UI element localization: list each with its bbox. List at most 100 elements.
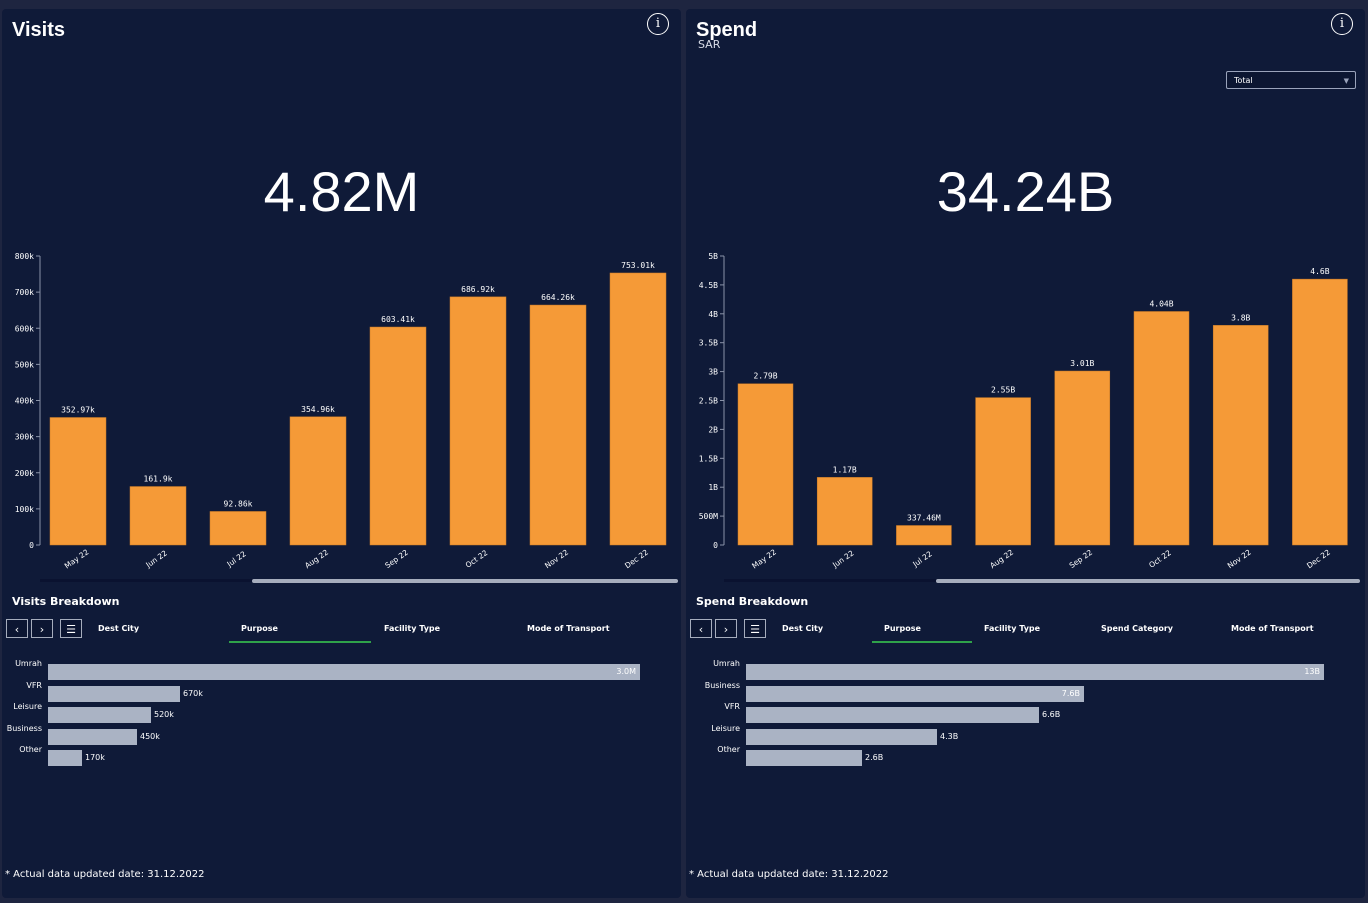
x-tick-label: Aug 22 [303, 548, 330, 571]
tab-purpose[interactable]: Purpose [884, 624, 921, 633]
breakdown-category-label: Umrah [15, 659, 42, 668]
y-tick-label: 700k [15, 288, 34, 297]
breakdown-bar[interactable] [746, 750, 862, 766]
active-tab-indicator [872, 641, 972, 643]
bar-data-label: 753.01k [621, 261, 655, 270]
visits-title: Visits [12, 19, 65, 41]
list-icon[interactable]: ☰ [60, 619, 82, 638]
breakdown-bar[interactable] [48, 728, 137, 745]
info-icon[interactable]: i [647, 13, 669, 35]
breakdown-category-label: VFR [26, 680, 42, 690]
active-tab-indicator [229, 641, 371, 643]
x-tick-label: Jul 22 [910, 549, 933, 569]
bar-data-label: 4.6B [1310, 267, 1329, 276]
list-icon[interactable]: ☰ [744, 619, 766, 638]
x-tick-label: Jun 22 [830, 548, 856, 570]
breakdown-category-label: Other [717, 745, 740, 754]
y-tick-label: 1B [708, 483, 718, 492]
y-tick-label: 3B [708, 368, 718, 377]
y-tick-label: 300k [15, 433, 34, 442]
breakdown-category-label: VFR [724, 702, 740, 711]
x-tick-label: Jul 22 [225, 549, 248, 569]
bar-data-label: 1.17B [833, 465, 857, 474]
bar [1054, 370, 1111, 546]
visits-kpi: 4.82M [263, 160, 420, 223]
bar [449, 296, 507, 546]
chevron-left-icon[interactable]: ‹ [6, 619, 28, 638]
spend-footnote: * Actual data updated date: 31.12.2022 [689, 869, 889, 880]
visits-bar-chart: 0 100k 200k 300k 400k 500k 600k 700k 800k 352.97k… [15, 252, 667, 571]
tab-mode-of-transport[interactable]: Mode of Transport [527, 624, 610, 633]
breakdown-category-label: Umrah [713, 659, 740, 668]
breakdown-bar[interactable] [746, 664, 1324, 680]
breakdown-value-label: 7.6B [1061, 688, 1080, 698]
breakdown-bar[interactable] [746, 707, 1039, 723]
bar-data-label: 2.55B [991, 386, 1015, 395]
bar [816, 477, 873, 546]
chart-scrollbar-thumb[interactable] [936, 579, 1360, 583]
y-tick-label: 5B [708, 252, 718, 261]
breakdown-value-label: 13B [1304, 667, 1320, 676]
x-tick-label: Oct 22 [464, 548, 490, 570]
bar [896, 525, 952, 546]
x-tick-label: Nov 22 [543, 548, 570, 571]
spend-panel: Spend SAR i Total ▼ 34.24B 0 500M 1B 1.5B 2B… [686, 9, 1365, 898]
breakdown-bar[interactable] [48, 750, 82, 766]
bar [975, 397, 1031, 546]
chevron-right-icon[interactable]: › [715, 619, 737, 638]
spend-currency: SAR [698, 38, 721, 51]
breakdown-bar[interactable] [48, 664, 640, 680]
y-tick-label: 600k [15, 324, 34, 333]
breakdown-category-label: Leisure [13, 702, 42, 711]
bar-data-label: 92.86k [224, 499, 253, 508]
breakdown-bar[interactable] [746, 685, 1084, 702]
info-icon[interactable]: i [1331, 13, 1353, 35]
tab-facility-type[interactable]: Facility Type [984, 624, 1040, 633]
y-tick-label: 500k [15, 360, 34, 369]
y-tick-label: 0 [29, 541, 34, 550]
tab-facility-type[interactable]: Facility Type [384, 624, 440, 633]
bar [1292, 278, 1348, 546]
y-tick-label: 2B [708, 425, 718, 434]
tab-dest-city[interactable]: Dest City [98, 624, 139, 633]
x-tick-label: May 22 [63, 547, 91, 570]
spend-type-select[interactable]: Total ▼ [1226, 71, 1356, 89]
tab-mode-of-transport[interactable]: Mode of Transport [1231, 624, 1314, 633]
breakdown-category-label: Business [6, 723, 42, 733]
bar-data-label: 337.46M [907, 513, 941, 522]
y-tick-label: 3.5B [699, 339, 718, 348]
y-tick-label: 400k [15, 397, 34, 406]
chart-scrollbar-thumb[interactable] [252, 579, 678, 583]
tab-dest-city[interactable]: Dest City [782, 624, 823, 633]
x-tick-label: Nov 22 [1226, 548, 1253, 571]
breakdown-value-label: 3.0M [616, 667, 636, 676]
breakdown-value-label: 170k [85, 753, 105, 762]
breakdown-bar[interactable] [48, 707, 151, 723]
bar [369, 326, 427, 546]
bar [209, 511, 267, 546]
chevron-right-icon[interactable]: › [31, 619, 53, 638]
breakdown-value-label: 2.6B [865, 753, 884, 762]
bar-data-label: 2.79B [753, 372, 777, 381]
visits-panel: Visits i 4.82M 0 100k 200k 300k 400k 500k 600k… [2, 9, 681, 898]
breakdown-category-label: Leisure [711, 723, 740, 733]
bar [529, 304, 587, 546]
x-tick-label: Sep 22 [383, 548, 410, 570]
chevron-left-icon[interactable]: ‹ [690, 619, 712, 638]
tab-spend-category[interactable]: Spend Category [1101, 624, 1173, 633]
tab-purpose[interactable]: Purpose [241, 624, 278, 633]
spend-breakdown-title: Spend Breakdown [696, 595, 809, 608]
x-tick-label: Dec 22 [623, 548, 650, 571]
x-tick-label: Oct 22 [1147, 548, 1173, 570]
breakdown-bar[interactable] [48, 685, 180, 702]
breakdown-bar[interactable] [746, 728, 937, 745]
x-tick-label: Dec 22 [1305, 548, 1332, 571]
y-tick-label: 0 [713, 541, 718, 550]
y-tick-label: 500M [699, 512, 718, 521]
bar-data-label: 603.41k [381, 315, 415, 324]
y-tick-label: 4.5B [699, 281, 718, 290]
bar-data-label: 3.8B [1231, 313, 1250, 322]
bar [1212, 325, 1269, 546]
spend-kpi: 34.24B [936, 160, 1115, 223]
x-tick-label: Sep 22 [1068, 548, 1095, 570]
